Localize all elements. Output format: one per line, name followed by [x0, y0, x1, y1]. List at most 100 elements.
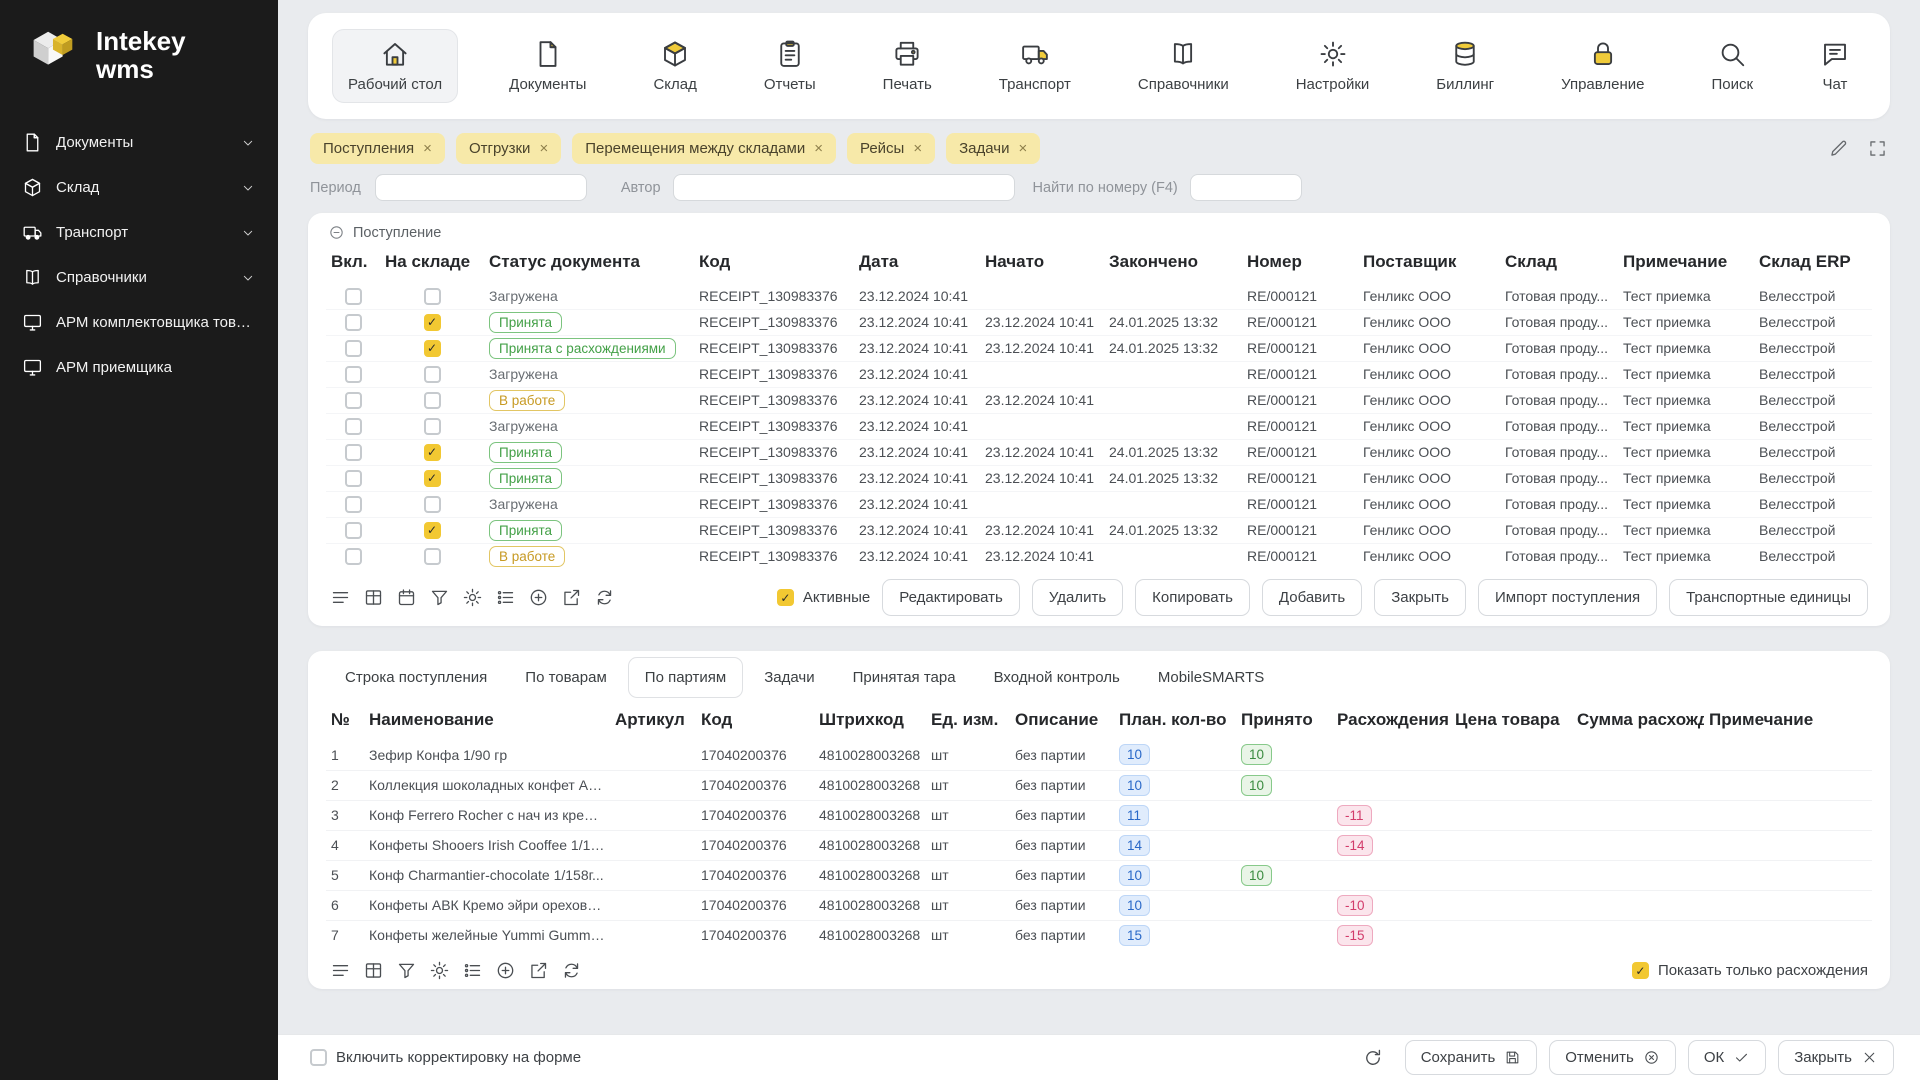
- ok-button[interactable]: ОК: [1688, 1040, 1766, 1075]
- sidebar-item-transport[interactable]: Транспорт: [0, 210, 278, 255]
- row-onstock-checkbox[interactable]: [424, 366, 441, 383]
- edit-tabs-button[interactable]: [1828, 138, 1849, 159]
- row-onstock-checkbox[interactable]: ✓: [424, 522, 441, 539]
- chip-close-icon[interactable]: ×: [814, 140, 823, 157]
- detail-row[interactable]: 4Конфеты Shooers Irish Cooffee 1/150г170…: [326, 830, 1872, 860]
- row-select-checkbox[interactable]: [345, 392, 362, 409]
- sidebar-item-arm-picker[interactable]: АРМ комплектовщика товаров: [0, 300, 278, 345]
- receipt-row[interactable]: ✓ПринятаRECEIPT_13098337623.12.2024 10:4…: [326, 439, 1872, 465]
- plus-circle-icon[interactable]: [495, 960, 516, 981]
- receipt-row[interactable]: ✓ПринятаRECEIPT_13098337623.12.2024 10:4…: [326, 309, 1872, 335]
- topnav-item-reports[interactable]: Отчеты: [748, 29, 832, 103]
- cancel-button[interactable]: Отменить: [1549, 1040, 1676, 1075]
- tab-input-control[interactable]: Входной контроль: [977, 657, 1137, 698]
- row-onstock-checkbox[interactable]: [424, 496, 441, 513]
- tab-chip-shipments[interactable]: Отгрузки×: [456, 133, 561, 164]
- row-select-checkbox[interactable]: [345, 496, 362, 513]
- row-select-checkbox[interactable]: [345, 548, 362, 565]
- tab-by-goods[interactable]: По товарам: [508, 657, 623, 698]
- receipt-row[interactable]: ✓ПринятаRECEIPT_13098337623.12.2024 10:4…: [326, 517, 1872, 543]
- row-onstock-checkbox[interactable]: [424, 288, 441, 305]
- gear-icon[interactable]: [429, 960, 450, 981]
- receipt-row[interactable]: ЗагруженаRECEIPT_13098337623.12.2024 10:…: [326, 491, 1872, 517]
- active-checkbox[interactable]: ✓: [777, 589, 794, 606]
- filter-icon[interactable]: [429, 587, 450, 608]
- find-by-number-input[interactable]: [1190, 174, 1302, 201]
- tab-tasks[interactable]: Задачи: [747, 657, 831, 698]
- chip-close-icon[interactable]: ×: [539, 140, 548, 157]
- row-onstock-checkbox[interactable]: [424, 548, 441, 565]
- tab-chip-tasks[interactable]: Задачи×: [946, 133, 1040, 164]
- row-select-checkbox[interactable]: [345, 470, 362, 487]
- show-only-diff[interactable]: ✓ Показать только расхождения: [1632, 962, 1868, 979]
- detail-row[interactable]: 7Конфеты желейные Yummi Gummi То...17040…: [326, 920, 1872, 950]
- checklist-icon[interactable]: [495, 587, 516, 608]
- calendar-icon[interactable]: [396, 587, 417, 608]
- row-select-checkbox[interactable]: [345, 314, 362, 331]
- list-icon[interactable]: [330, 960, 351, 981]
- detail-row[interactable]: 1Зефир Конфа 1/90 гр17040200376481002800…: [326, 740, 1872, 770]
- author-input[interactable]: [673, 174, 1015, 201]
- checklist-icon[interactable]: [462, 960, 483, 981]
- row-select-checkbox[interactable]: [345, 444, 362, 461]
- add-button[interactable]: Добавить: [1262, 579, 1362, 616]
- detail-row[interactable]: 2Коллекция шоколадных конфет Ава...17040…: [326, 770, 1872, 800]
- sidebar-item-arm-receiver[interactable]: АРМ приемщика: [0, 345, 278, 390]
- sidebar-item-documents[interactable]: Документы: [0, 120, 278, 165]
- tab-chip-receipts[interactable]: Поступления×: [310, 133, 445, 164]
- topnav-item-management[interactable]: Управление: [1545, 29, 1660, 103]
- chip-close-icon[interactable]: ×: [423, 140, 432, 157]
- topnav-item-desktop[interactable]: Рабочий стол: [332, 29, 458, 103]
- tab-by-batches[interactable]: По партиям: [628, 657, 743, 698]
- transport-units-button[interactable]: Транспортные единицы: [1669, 579, 1868, 616]
- close-button[interactable]: Закрыть: [1374, 579, 1466, 616]
- chip-close-icon[interactable]: ×: [1018, 140, 1027, 157]
- detail-row[interactable]: 6Конфеты АВК Кремо эйри ореховый в...170…: [326, 890, 1872, 920]
- active-filter[interactable]: ✓ Активные: [777, 589, 870, 606]
- edit-button[interactable]: Редактировать: [882, 579, 1020, 616]
- grid-icon[interactable]: [363, 587, 384, 608]
- receipt-row[interactable]: В работеRECEIPT_13098337623.12.2024 10:4…: [326, 387, 1872, 413]
- refresh-button[interactable]: [1362, 1047, 1384, 1069]
- topnav-item-references[interactable]: Справочники: [1122, 29, 1245, 103]
- tab-chip-transfers[interactable]: Перемещения между складами×: [572, 133, 836, 164]
- topnav-item-search[interactable]: Поиск: [1695, 29, 1769, 103]
- copy-button[interactable]: Копировать: [1135, 579, 1250, 616]
- row-select-checkbox[interactable]: [345, 288, 362, 305]
- topnav-item-settings[interactable]: Настройки: [1280, 29, 1386, 103]
- detail-row[interactable]: 5Конф Charmantier-chocolate 1/158г...170…: [326, 860, 1872, 890]
- row-onstock-checkbox[interactable]: [424, 392, 441, 409]
- tab-receipt-line[interactable]: Строка поступления: [328, 657, 504, 698]
- gear-icon[interactable]: [462, 587, 483, 608]
- save-button[interactable]: Сохранить: [1405, 1040, 1538, 1075]
- close-button[interactable]: Закрыть: [1778, 1040, 1894, 1075]
- tab-chip-routes[interactable]: Рейсы×: [847, 133, 935, 164]
- form-adjust-checkbox[interactable]: [310, 1049, 327, 1066]
- topnav-item-documents[interactable]: Документы: [493, 29, 602, 103]
- row-select-checkbox[interactable]: [345, 340, 362, 357]
- topnav-item-transport[interactable]: Транспорт: [983, 29, 1087, 103]
- delete-button[interactable]: Удалить: [1032, 579, 1123, 616]
- collapse-icon[interactable]: [328, 224, 345, 241]
- external-icon[interactable]: [528, 960, 549, 981]
- row-onstock-checkbox[interactable]: ✓: [424, 470, 441, 487]
- row-select-checkbox[interactable]: [345, 418, 362, 435]
- receipt-row[interactable]: ✓ПринятаRECEIPT_13098337623.12.2024 10:4…: [326, 465, 1872, 491]
- show-only-diff-checkbox[interactable]: ✓: [1632, 962, 1649, 979]
- filter-icon[interactable]: [396, 960, 417, 981]
- external-icon[interactable]: [561, 587, 582, 608]
- receipt-row[interactable]: В работеRECEIPT_13098337623.12.2024 10:4…: [326, 543, 1872, 569]
- import-receipt-button[interactable]: Импорт поступления: [1478, 579, 1657, 616]
- row-select-checkbox[interactable]: [345, 522, 362, 539]
- topnav-item-warehouse[interactable]: Склад: [637, 29, 712, 103]
- topnav-item-chat[interactable]: Чат: [1804, 29, 1866, 103]
- fullscreen-button[interactable]: [1867, 138, 1888, 159]
- tab-mobilesmarts[interactable]: MobileSMARTS: [1141, 657, 1281, 698]
- plus-circle-icon[interactable]: [528, 587, 549, 608]
- topnav-item-print[interactable]: Печать: [867, 29, 948, 103]
- sidebar-item-references[interactable]: Справочники: [0, 255, 278, 300]
- row-onstock-checkbox[interactable]: [424, 418, 441, 435]
- list-icon[interactable]: [330, 587, 351, 608]
- sidebar-item-warehouse[interactable]: Склад: [0, 165, 278, 210]
- topnav-item-billing[interactable]: Биллинг: [1420, 29, 1510, 103]
